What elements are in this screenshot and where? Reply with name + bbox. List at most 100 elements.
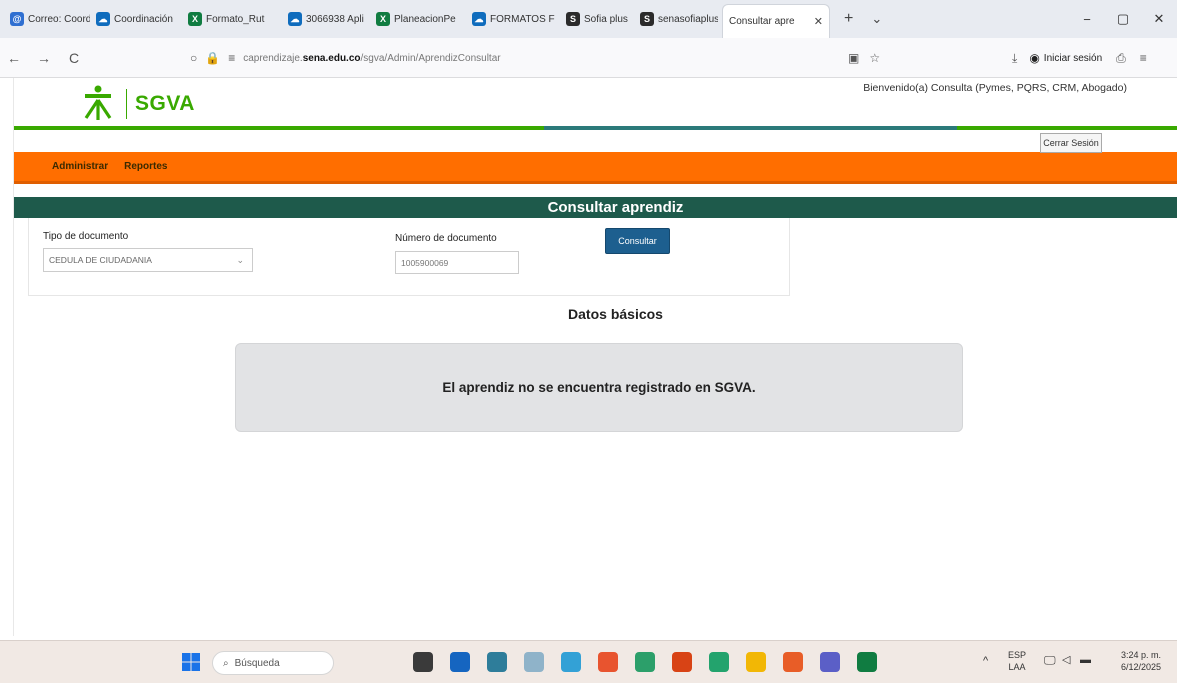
browser-tab[interactable]: X PlaneacionPe xyxy=(370,4,466,34)
network-icon[interactable]: 🖵 xyxy=(1044,654,1056,666)
lang-bottom: LAA xyxy=(1008,662,1026,672)
clock-date: 6/12/2025 xyxy=(1120,662,1162,672)
address-bar[interactable]: ○ 🔒 ≡ caprendizaje. sena.edu.co/sgva/Admi… xyxy=(190,46,880,70)
chevron-down-icon: ⌄ xyxy=(236,255,244,265)
browser-tab-label: senasofiaplus xyxy=(658,13,718,25)
doc-number-label: Número de documento xyxy=(395,233,497,244)
doc-type-label: Tipo de documento xyxy=(43,231,129,242)
volume-icon[interactable]: ◁ xyxy=(1062,654,1070,666)
excel-icon[interactable] xyxy=(857,652,877,672)
lang-top: ESP xyxy=(1008,650,1027,660)
windows-taskbar: ⌕ Búsqueda ^ ESP LAA 🖵 ◁ ▬ 3:24 p. m. 6/… xyxy=(0,640,1177,683)
browser-tab[interactable]: Ssenasofiaplus xyxy=(634,4,718,34)
tool-icon[interactable] xyxy=(524,652,544,672)
page-left-edge xyxy=(0,78,14,636)
tab-favicon-icon: S xyxy=(566,12,580,26)
browser-nav-bar: ← → C ○ 🔒 ≡ caprendizaje. sena.edu.co/sgv… xyxy=(0,38,1177,78)
photos-icon[interactable] xyxy=(487,652,507,672)
search-form: Tipo de documento CEDULA DE CIUDADANIA ⌄… xyxy=(28,218,790,296)
close-tab-icon[interactable]: ✕ xyxy=(814,15,823,28)
browser-tab-label: Coordinación xyxy=(114,13,173,25)
account-icon: ◉ xyxy=(1029,51,1040,65)
doc-type-select[interactable]: CEDULA DE CIUDADANIA ⌄ xyxy=(43,248,253,272)
tray-chevron-icon[interactable]: ^ xyxy=(983,655,988,667)
lock-icon: 🔒 xyxy=(205,51,221,65)
start-button[interactable] xyxy=(182,653,200,671)
tab-favicon-icon: X xyxy=(188,12,202,26)
sign-in-label: Iniciar sesión xyxy=(1043,52,1103,64)
browser-tab-label: Sofia plus xyxy=(584,13,628,25)
browser-tab[interactable]: ☁ 3066938 Apli xyxy=(282,4,370,34)
logo-text: SGVA xyxy=(135,92,195,115)
browser-tab-label: FORMATOS F xyxy=(490,13,555,25)
browser-tab[interactable]: X Formato_Rut xyxy=(182,4,282,34)
browser-tab-label: Formato_Rut xyxy=(206,13,265,25)
bookmark-star-icon[interactable]: ☆ xyxy=(869,51,880,65)
reader-view-icon[interactable]: ▣ xyxy=(848,51,859,65)
download-icon[interactable]: ⤓ xyxy=(1012,51,1017,66)
url-host: sena.edu.co xyxy=(302,52,361,64)
sign-in-button[interactable]: ◉ Iniciar sesión xyxy=(1029,51,1102,65)
teams-icon[interactable] xyxy=(820,652,840,672)
windows-logo-icon xyxy=(182,653,200,671)
active-tab[interactable]: Consultar apre ✕ xyxy=(722,4,830,38)
site-info-icon[interactable]: ≡ xyxy=(228,51,235,65)
language-indicator[interactable]: ESP LAA xyxy=(1008,649,1026,673)
new-tab-icon[interactable]: + xyxy=(844,10,853,28)
browser-icon[interactable] xyxy=(635,652,655,672)
browser-tab[interactable]: @ Correo: Coord xyxy=(4,4,90,34)
maximize-icon[interactable]: ▢ xyxy=(1106,0,1140,38)
browser-tab-label: PlaneacionPe xyxy=(394,13,456,25)
shield-icon: ○ xyxy=(190,51,198,65)
alert-message: El aprendiz no se encuentra registrado e… xyxy=(442,380,756,395)
section-title: Consultar aprendiz xyxy=(14,197,1177,218)
site-header: SGVA Bienvenido(a) Consulta (Pymes, PQRS… xyxy=(14,78,1177,130)
tab-list-icon[interactable]: ⌄ xyxy=(871,11,882,27)
edge-icon[interactable] xyxy=(561,652,581,672)
consult-button[interactable]: Consultar xyxy=(605,228,670,254)
chrome-icon[interactable] xyxy=(598,652,618,672)
browser-tab[interactable]: S Sofia plus xyxy=(560,4,634,34)
menu-item-reportes[interactable]: Reportes xyxy=(124,161,167,172)
menu-item-administrar[interactable]: Administrar xyxy=(52,161,108,172)
main-menu: Administrar Reportes xyxy=(14,152,1177,184)
welcome-message: Bienvenido(a) Consulta (Pymes, PQRS, CRM… xyxy=(863,82,1127,94)
browser-tab[interactable]: ☁ Coordinación xyxy=(90,4,182,34)
tab-favicon-icon: S xyxy=(640,12,654,26)
folder-icon[interactable] xyxy=(746,652,766,672)
browser-tab-strip: @ Correo: Coord ☁ Coordinación X Formato_Rut ☁… xyxy=(0,0,1177,38)
clock-time: 3:24 p. m. xyxy=(1120,650,1162,660)
search-icon: ⌕ xyxy=(223,657,229,669)
app-icon[interactable] xyxy=(672,652,692,672)
tab-favicon-icon: ☁ xyxy=(96,12,110,26)
tab-favicon-icon: @ xyxy=(10,12,24,26)
menu-icon[interactable]: ≡ xyxy=(1140,51,1147,65)
url-path: /sgva/Admin/AprendizConsultar xyxy=(360,52,501,64)
tab-favicon-icon: X xyxy=(376,12,390,26)
doc-type-value: CEDULA DE CIUDADANIA xyxy=(49,255,152,265)
file-explorer-icon[interactable] xyxy=(413,652,433,672)
outlook-icon[interactable] xyxy=(450,652,470,672)
active-tab-label: Consultar apre xyxy=(729,16,795,27)
not-found-alert: El aprendiz no se encuentra registrado e… xyxy=(235,343,963,432)
extensions-icon[interactable]: ⎙ xyxy=(1116,51,1126,66)
logout-button[interactable]: Cerrar Sesión xyxy=(1040,133,1102,153)
taskbar-search-label: Búsqueda xyxy=(234,657,280,669)
sgva-logo[interactable]: SGVA xyxy=(78,84,195,124)
header-divider xyxy=(14,126,1177,130)
close-window-icon[interactable]: ✕ xyxy=(1142,0,1176,38)
battery-icon[interactable]: ▬ xyxy=(1080,654,1091,666)
forward-icon[interactable]: → xyxy=(32,46,56,70)
firefox-icon[interactable] xyxy=(783,652,803,672)
browser-tab[interactable]: ☁ FORMATOS F xyxy=(466,4,560,34)
reload-icon[interactable]: C xyxy=(62,46,86,70)
doc-number-input[interactable] xyxy=(395,251,519,274)
browser-tab-label: Correo: Coord xyxy=(28,13,90,25)
tab-favicon-icon: ☁ xyxy=(472,12,486,26)
clock[interactable]: 3:24 p. m. 6/12/2025 xyxy=(1110,649,1172,673)
back-icon[interactable]: ← xyxy=(2,46,26,70)
minimize-icon[interactable]: − xyxy=(1070,0,1104,38)
store-icon[interactable] xyxy=(709,652,729,672)
taskbar-search[interactable]: ⌕ Búsqueda xyxy=(212,651,334,675)
results-subtitle: Datos básicos xyxy=(568,306,663,322)
